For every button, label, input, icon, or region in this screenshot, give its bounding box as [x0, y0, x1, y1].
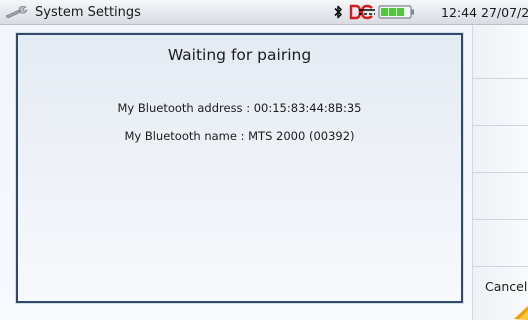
pairing-dialog: Waiting for pairing My Bluetooth address…	[16, 33, 463, 303]
softkey-5[interactable]	[473, 220, 528, 267]
corner-arrow-icon[interactable]	[510, 300, 528, 320]
app-title: System Settings	[35, 5, 141, 20]
screen: System Settings 12:44 27/07/2012 Waiting…	[0, 0, 528, 320]
softkey-4[interactable]	[473, 173, 528, 220]
softkey-1[interactable]	[473, 25, 528, 79]
softkey-3[interactable]	[473, 126, 528, 173]
title-bar: System Settings 12:44 27/07/2012	[0, 0, 528, 25]
softkey-column: Cancel	[472, 25, 528, 320]
wrench-icon	[5, 5, 28, 19]
dialog-title: Waiting for pairing	[167, 46, 312, 64]
battery-icon	[378, 5, 414, 19]
bluetooth-name-text: My Bluetooth name : MTS 2000 (00392)	[124, 129, 355, 143]
dc-power-icon	[349, 4, 375, 20]
datetime-display: 12:44 27/07/2012	[441, 5, 528, 20]
bluetooth-address-text: My Bluetooth address : 00:15:83:44:8B:35	[117, 101, 362, 115]
bluetooth-icon	[334, 5, 342, 19]
softkey-2[interactable]	[473, 79, 528, 126]
cancel-button-label: Cancel	[485, 279, 528, 294]
